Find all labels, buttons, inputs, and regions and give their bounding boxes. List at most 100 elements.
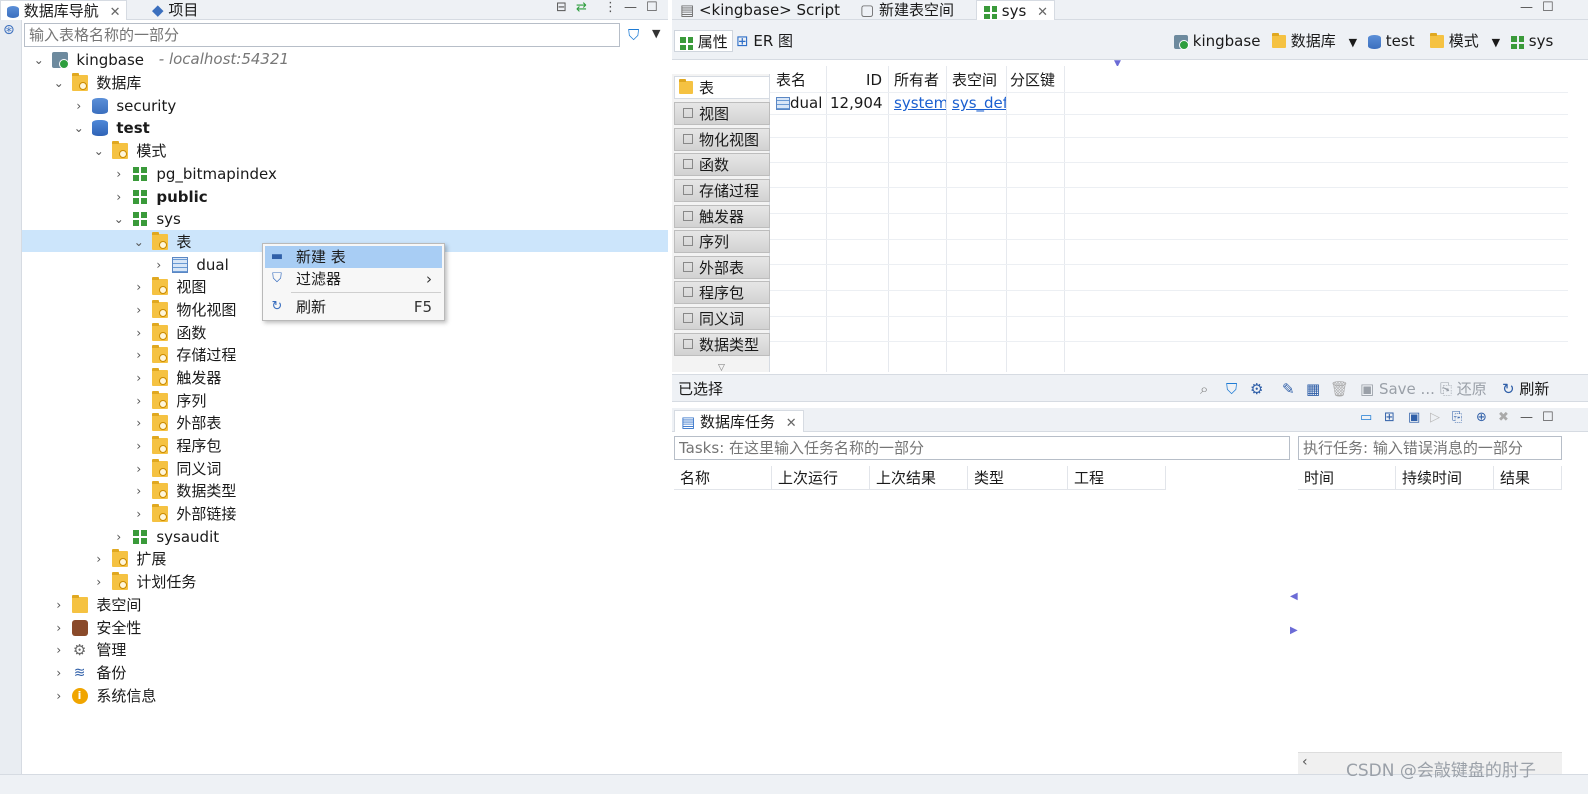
chevron-right-icon[interactable]: ›: [131, 299, 147, 321]
chevron-down-icon[interactable]: ▼: [1492, 36, 1500, 49]
column-header[interactable]: 类型: [968, 466, 1068, 490]
breadcrumb-sys[interactable]: sys: [1510, 30, 1553, 52]
category-sequences[interactable]: 序列: [674, 230, 770, 253]
chevron-down-icon[interactable]: ⌄: [91, 140, 107, 162]
subtab-er-diagram[interactable]: ⊞ ER 图: [732, 30, 797, 52]
maximize-icon[interactable]: ☐: [646, 0, 658, 15]
chevron-right-icon[interactable]: ›: [51, 662, 67, 684]
column-header[interactable]: 结果: [1494, 466, 1562, 490]
tree-node-public[interactable]: › public: [22, 185, 668, 207]
tree-node-functions[interactable]: › 函数: [22, 321, 668, 343]
tree-node-data-types[interactable]: › 数据类型: [22, 479, 668, 501]
minimize-icon[interactable]: —: [624, 0, 637, 15]
minimize-icon[interactable]: —: [1520, 0, 1533, 15]
tree-node-sysaudit[interactable]: › sysaudit: [22, 525, 668, 547]
column-header[interactable]: 名称: [674, 466, 772, 490]
tab-database-navigator[interactable]: 数据库导航 ✕: [0, 0, 128, 20]
filter-icon[interactable]: ⛉: [628, 26, 639, 44]
collapse-icon[interactable]: ⊟: [556, 0, 567, 15]
category-views[interactable]: 视图: [674, 102, 770, 125]
chevron-right-icon[interactable]: ›: [131, 367, 147, 389]
column-header[interactable]: 表空间: [948, 68, 1006, 92]
chevron-right-icon[interactable]: ›: [71, 95, 87, 117]
chevron-down-icon[interactable]: ⌄: [31, 49, 47, 71]
chevron-down-icon[interactable]: ⌄: [131, 231, 147, 253]
tab-projects[interactable]: ◆ 项目: [146, 0, 204, 20]
category-functions[interactable]: 函数: [674, 153, 770, 176]
save-button[interactable]: ▣ Save ...: [1360, 379, 1435, 399]
breadcrumb-kingbase[interactable]: kingbase: [1174, 30, 1260, 52]
run-icon[interactable]: ▷: [1430, 410, 1440, 425]
chevron-right-icon[interactable]: ›: [91, 548, 107, 570]
column-header[interactable]: ID: [826, 68, 886, 92]
tree-node-extensions[interactable]: › 扩展: [22, 547, 668, 569]
chevron-right-icon[interactable]: ›: [131, 390, 147, 412]
revert-button[interactable]: ⎘ 还原: [1440, 379, 1487, 399]
tree-node-schemas[interactable]: ⌄ 模式: [22, 139, 668, 161]
column-header[interactable]: 时间: [1298, 466, 1396, 490]
column-header[interactable]: 持续时间: [1396, 466, 1494, 490]
tab-sys[interactable]: sys ✕: [976, 0, 1055, 20]
breadcrumb-databases[interactable]: 数据库 ▼: [1272, 30, 1357, 52]
table-filter-input[interactable]: [24, 23, 620, 47]
chevron-right-icon[interactable]: ›: [131, 276, 147, 298]
maximize-icon[interactable]: ☐: [1542, 410, 1554, 425]
create-task-icon[interactable]: ▭: [1360, 410, 1372, 425]
chevron-right-icon[interactable]: ›: [111, 163, 127, 185]
menu-item-filter[interactable]: ⛉ 过滤器 ›: [265, 268, 442, 290]
menu-item-new-table[interactable]: ▬ 新建 表: [265, 246, 442, 268]
tree-node-pg-bitmapindex[interactable]: › pg_bitmapindex: [22, 162, 668, 184]
close-icon[interactable]: ✕: [786, 416, 797, 431]
chevron-right-icon[interactable]: ›: [131, 480, 147, 502]
chevron-right-icon[interactable]: ›: [131, 458, 147, 480]
chevron-right-icon[interactable]: ›: [111, 526, 127, 548]
close-icon[interactable]: ✕: [1037, 5, 1048, 20]
chevron-right-icon[interactable]: ›: [111, 186, 127, 208]
tree-node-sequences[interactable]: › 序列: [22, 389, 668, 411]
add-row-icon[interactable]: ▦: [1306, 379, 1320, 399]
cell-tablespace-link[interactable]: sys_def: [948, 91, 1006, 115]
edit-task-icon[interactable]: ▣: [1408, 410, 1420, 425]
category-tables[interactable]: 表: [674, 76, 770, 99]
delete-icon[interactable]: ✖: [1498, 410, 1509, 425]
tree-node-triggers[interactable]: › 触发器: [22, 366, 668, 388]
arrow-left-icon[interactable]: ◀: [1290, 580, 1298, 614]
column-header[interactable]: 所有者: [890, 68, 946, 92]
tree-node-foreign-tables[interactable]: › 外部表: [22, 411, 668, 433]
category-data-types[interactable]: 数据类型: [674, 333, 770, 356]
column-header[interactable]: 上次运行: [772, 466, 870, 490]
chevron-down-icon[interactable]: ⌄: [111, 208, 127, 230]
group-icon[interactable]: ⊞: [1384, 410, 1395, 425]
filter-icon[interactable]: ⛉: [1226, 379, 1237, 399]
chevron-down-icon[interactable]: ⌄: [71, 117, 87, 139]
tree-node-databases[interactable]: ⌄ 数据库: [22, 71, 668, 93]
column-header[interactable]: 上次结果: [870, 466, 968, 490]
column-header[interactable]: 分区键: [1006, 68, 1066, 92]
chevron-right-icon[interactable]: ›: [51, 685, 67, 707]
chevron-right-icon[interactable]: ›: [131, 344, 147, 366]
folder-add-icon[interactable]: ⊕: [1476, 410, 1487, 425]
table-row[interactable]: dual: [772, 91, 826, 115]
category-procedures[interactable]: 存储过程: [674, 179, 770, 202]
breadcrumb-schemas[interactable]: 模式 ▼: [1430, 30, 1500, 52]
chevron-down-icon[interactable]: ▼: [1349, 36, 1357, 49]
column-header[interactable]: 表名: [772, 68, 826, 92]
scroll-down-icon[interactable]: ▽: [718, 363, 725, 373]
category-packages[interactable]: 程序包: [674, 281, 770, 304]
link-editor-icon[interactable]: ⇄: [576, 0, 587, 15]
tab-new-tablespace[interactable]: ▢ 新建表空间: [854, 0, 960, 20]
scroll-left-icon[interactable]: ‹: [1302, 754, 1308, 770]
refresh-button[interactable]: ↻ 刷新: [1502, 379, 1549, 399]
tab-database-tasks[interactable]: ▤ 数据库任务 ✕: [674, 410, 804, 432]
chevron-down-icon[interactable]: ⌄: [51, 72, 67, 94]
tree-node-packages[interactable]: › 程序包: [22, 434, 668, 456]
close-icon[interactable]: ✕: [110, 5, 121, 20]
execution-filter-input[interactable]: [1298, 436, 1562, 460]
task-filter-input[interactable]: [674, 436, 1290, 460]
maximize-icon[interactable]: ☐: [1542, 0, 1554, 15]
chevron-right-icon[interactable]: ›: [51, 639, 67, 661]
tree-node-backup[interactable]: › ≋ 备份: [22, 661, 668, 683]
category-synonyms[interactable]: 同义词: [674, 307, 770, 330]
chevron-right-icon[interactable]: ›: [151, 254, 167, 276]
chevron-right-icon[interactable]: ›: [51, 617, 67, 639]
